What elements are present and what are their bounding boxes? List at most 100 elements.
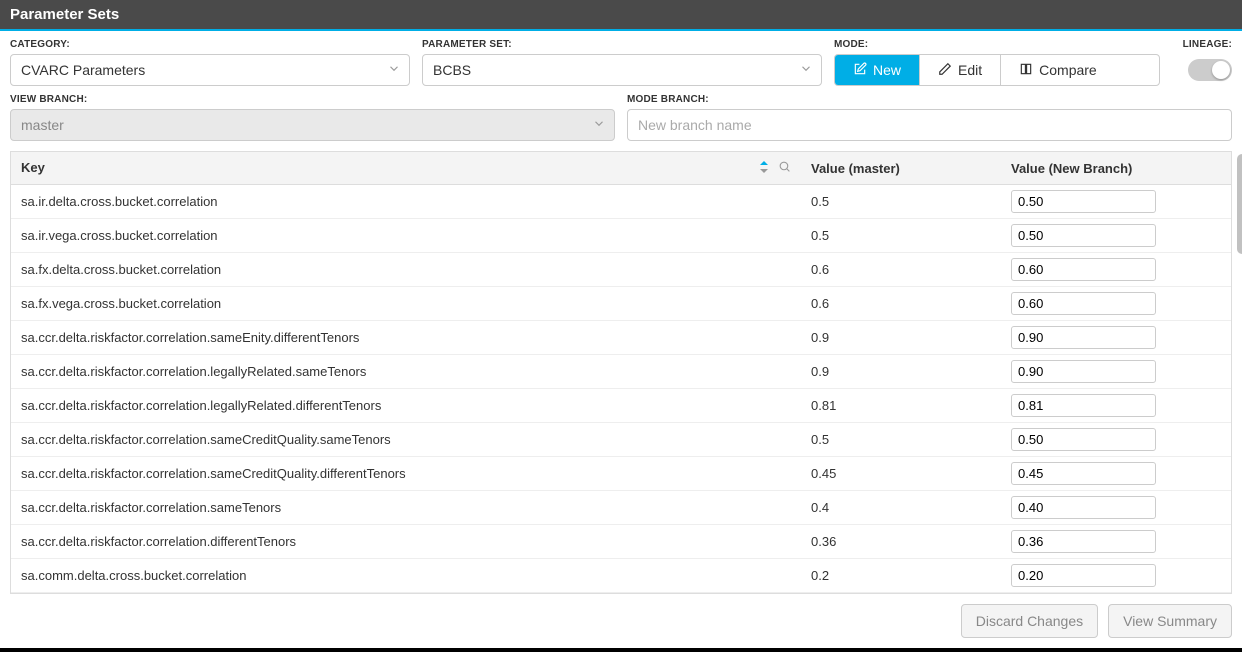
cell-value-master: 0.2: [801, 559, 1001, 593]
view-summary-button[interactable]: View Summary: [1108, 604, 1232, 638]
table-row: sa.fx.delta.cross.bucket.correlation0.6: [11, 253, 1231, 287]
cell-key: sa.ccr.delta.riskfactor.correlation.lega…: [11, 389, 801, 423]
page-header: Parameter Sets: [0, 0, 1242, 31]
parameter-set-label: PARAMETER SET:: [422, 39, 822, 50]
value-input[interactable]: [1011, 258, 1156, 281]
cell-value-master: 0.6: [801, 287, 1001, 321]
mode-label: MODE:: [834, 39, 1160, 50]
cell-value-master: 0.6: [801, 253, 1001, 287]
table-row: sa.ir.vega.cross.bucket.correlation0.5: [11, 219, 1231, 253]
mode-compare-button[interactable]: Compare: [1001, 55, 1115, 85]
cell-value-new: [1001, 321, 1231, 355]
cell-key: sa.comm.delta.cross.bucket.correlation: [11, 559, 801, 593]
compare-icon: [1019, 62, 1033, 79]
cell-key: sa.ccr.delta.riskfactor.correlation.same…: [11, 491, 801, 525]
cell-value-master: 0.5: [801, 219, 1001, 253]
cell-value-master: 0.5: [801, 185, 1001, 219]
table-row: sa.ccr.delta.riskfactor.correlation.same…: [11, 423, 1231, 457]
mode-branch-label: MODE BRANCH:: [627, 94, 1232, 105]
sort-icon[interactable]: [760, 161, 768, 176]
value-input[interactable]: [1011, 530, 1156, 553]
table-row: sa.ccr.delta.riskfactor.correlation.diff…: [11, 525, 1231, 559]
value-input[interactable]: [1011, 564, 1156, 587]
table-row: sa.ccr.delta.riskfactor.correlation.same…: [11, 491, 1231, 525]
cell-key: sa.ccr.delta.riskfactor.correlation.lega…: [11, 355, 801, 389]
parameter-set-value: BCBS: [433, 62, 471, 78]
chevron-down-icon: [592, 117, 606, 134]
lineage-toggle[interactable]: [1188, 59, 1232, 81]
cell-key: sa.ccr.delta.riskfactor.correlation.same…: [11, 321, 801, 355]
view-branch-label: VIEW BRANCH:: [10, 94, 615, 105]
cell-value-new: [1001, 219, 1231, 253]
bottom-border: [0, 648, 1242, 652]
cell-value-new: [1001, 253, 1231, 287]
cell-value-new: [1001, 287, 1231, 321]
chevron-down-icon: [387, 62, 401, 79]
table-row: sa.ccr.delta.riskfactor.correlation.same…: [11, 321, 1231, 355]
cell-key: sa.ir.delta.cross.bucket.correlation: [11, 185, 801, 219]
mode-button-group: New Edit Compare: [834, 54, 1160, 86]
cell-value-master: 0.45: [801, 457, 1001, 491]
view-branch-value: master: [21, 117, 64, 133]
mode-edit-label: Edit: [958, 62, 982, 78]
value-input[interactable]: [1011, 190, 1156, 213]
cell-value-new: [1001, 457, 1231, 491]
mode-new-button[interactable]: New: [835, 55, 920, 85]
table-row: sa.fx.vega.cross.bucket.correlation0.6: [11, 287, 1231, 321]
table-row: sa.ccr.delta.riskfactor.correlation.lega…: [11, 389, 1231, 423]
parameter-set-select[interactable]: BCBS: [422, 54, 822, 86]
chevron-down-icon: [799, 62, 813, 79]
cell-value-new: [1001, 389, 1231, 423]
discard-changes-button[interactable]: Discard Changes: [961, 604, 1098, 638]
column-header-value-master[interactable]: Value (master): [801, 152, 1001, 185]
cell-key: sa.ccr.delta.riskfactor.correlation.same…: [11, 457, 801, 491]
value-input[interactable]: [1011, 326, 1156, 349]
value-input[interactable]: [1011, 394, 1156, 417]
value-input[interactable]: [1011, 224, 1156, 247]
parameters-table-container: Key Value (master) Value (New Branch) sa…: [10, 151, 1232, 594]
value-input[interactable]: [1011, 292, 1156, 315]
value-input[interactable]: [1011, 360, 1156, 383]
value-input[interactable]: [1011, 428, 1156, 451]
category-select[interactable]: CVARC Parameters: [10, 54, 410, 86]
value-input[interactable]: [1011, 462, 1156, 485]
mode-new-label: New: [873, 62, 901, 78]
mode-compare-label: Compare: [1039, 62, 1097, 78]
cell-value-master: 0.36: [801, 525, 1001, 559]
edit-square-icon: [853, 62, 867, 79]
lineage-label: LINEAGE:: [1183, 39, 1232, 50]
parameters-table: Key Value (master) Value (New Branch) sa…: [11, 152, 1231, 593]
category-value: CVARC Parameters: [21, 62, 145, 78]
cell-value-new: [1001, 355, 1231, 389]
pencil-icon: [938, 62, 952, 79]
value-input[interactable]: [1011, 496, 1156, 519]
footer-actions: Discard Changes View Summary: [0, 594, 1242, 648]
cell-key: sa.ccr.delta.riskfactor.correlation.diff…: [11, 525, 801, 559]
cell-value-new: [1001, 525, 1231, 559]
column-header-value-new[interactable]: Value (New Branch): [1001, 152, 1231, 185]
cell-value-master: 0.9: [801, 355, 1001, 389]
search-icon[interactable]: [778, 160, 791, 176]
view-branch-select[interactable]: master: [10, 109, 615, 141]
scrollbar[interactable]: [1235, 152, 1242, 593]
cell-value-new: [1001, 491, 1231, 525]
table-row: sa.ir.delta.cross.bucket.correlation0.5: [11, 185, 1231, 219]
cell-value-master: 0.5: [801, 423, 1001, 457]
toggle-knob: [1212, 61, 1230, 79]
mode-edit-button[interactable]: Edit: [920, 55, 1001, 85]
cell-key: sa.fx.vega.cross.bucket.correlation: [11, 287, 801, 321]
cell-key: sa.ir.vega.cross.bucket.correlation: [11, 219, 801, 253]
cell-value-master: 0.81: [801, 389, 1001, 423]
table-row: sa.ccr.delta.riskfactor.correlation.lega…: [11, 355, 1231, 389]
table-row: sa.ccr.delta.riskfactor.correlation.same…: [11, 457, 1231, 491]
cell-key: sa.fx.delta.cross.bucket.correlation: [11, 253, 801, 287]
page-title: Parameter Sets: [10, 6, 119, 23]
cell-value-new: [1001, 559, 1231, 593]
mode-branch-input[interactable]: [627, 109, 1232, 141]
cell-value-master: 0.4: [801, 491, 1001, 525]
cell-value-new: [1001, 423, 1231, 457]
column-header-key[interactable]: Key: [11, 152, 801, 185]
table-row: sa.comm.delta.cross.bucket.correlation0.…: [11, 559, 1231, 593]
cell-value-new: [1001, 185, 1231, 219]
scrollbar-thumb[interactable]: [1237, 154, 1242, 254]
